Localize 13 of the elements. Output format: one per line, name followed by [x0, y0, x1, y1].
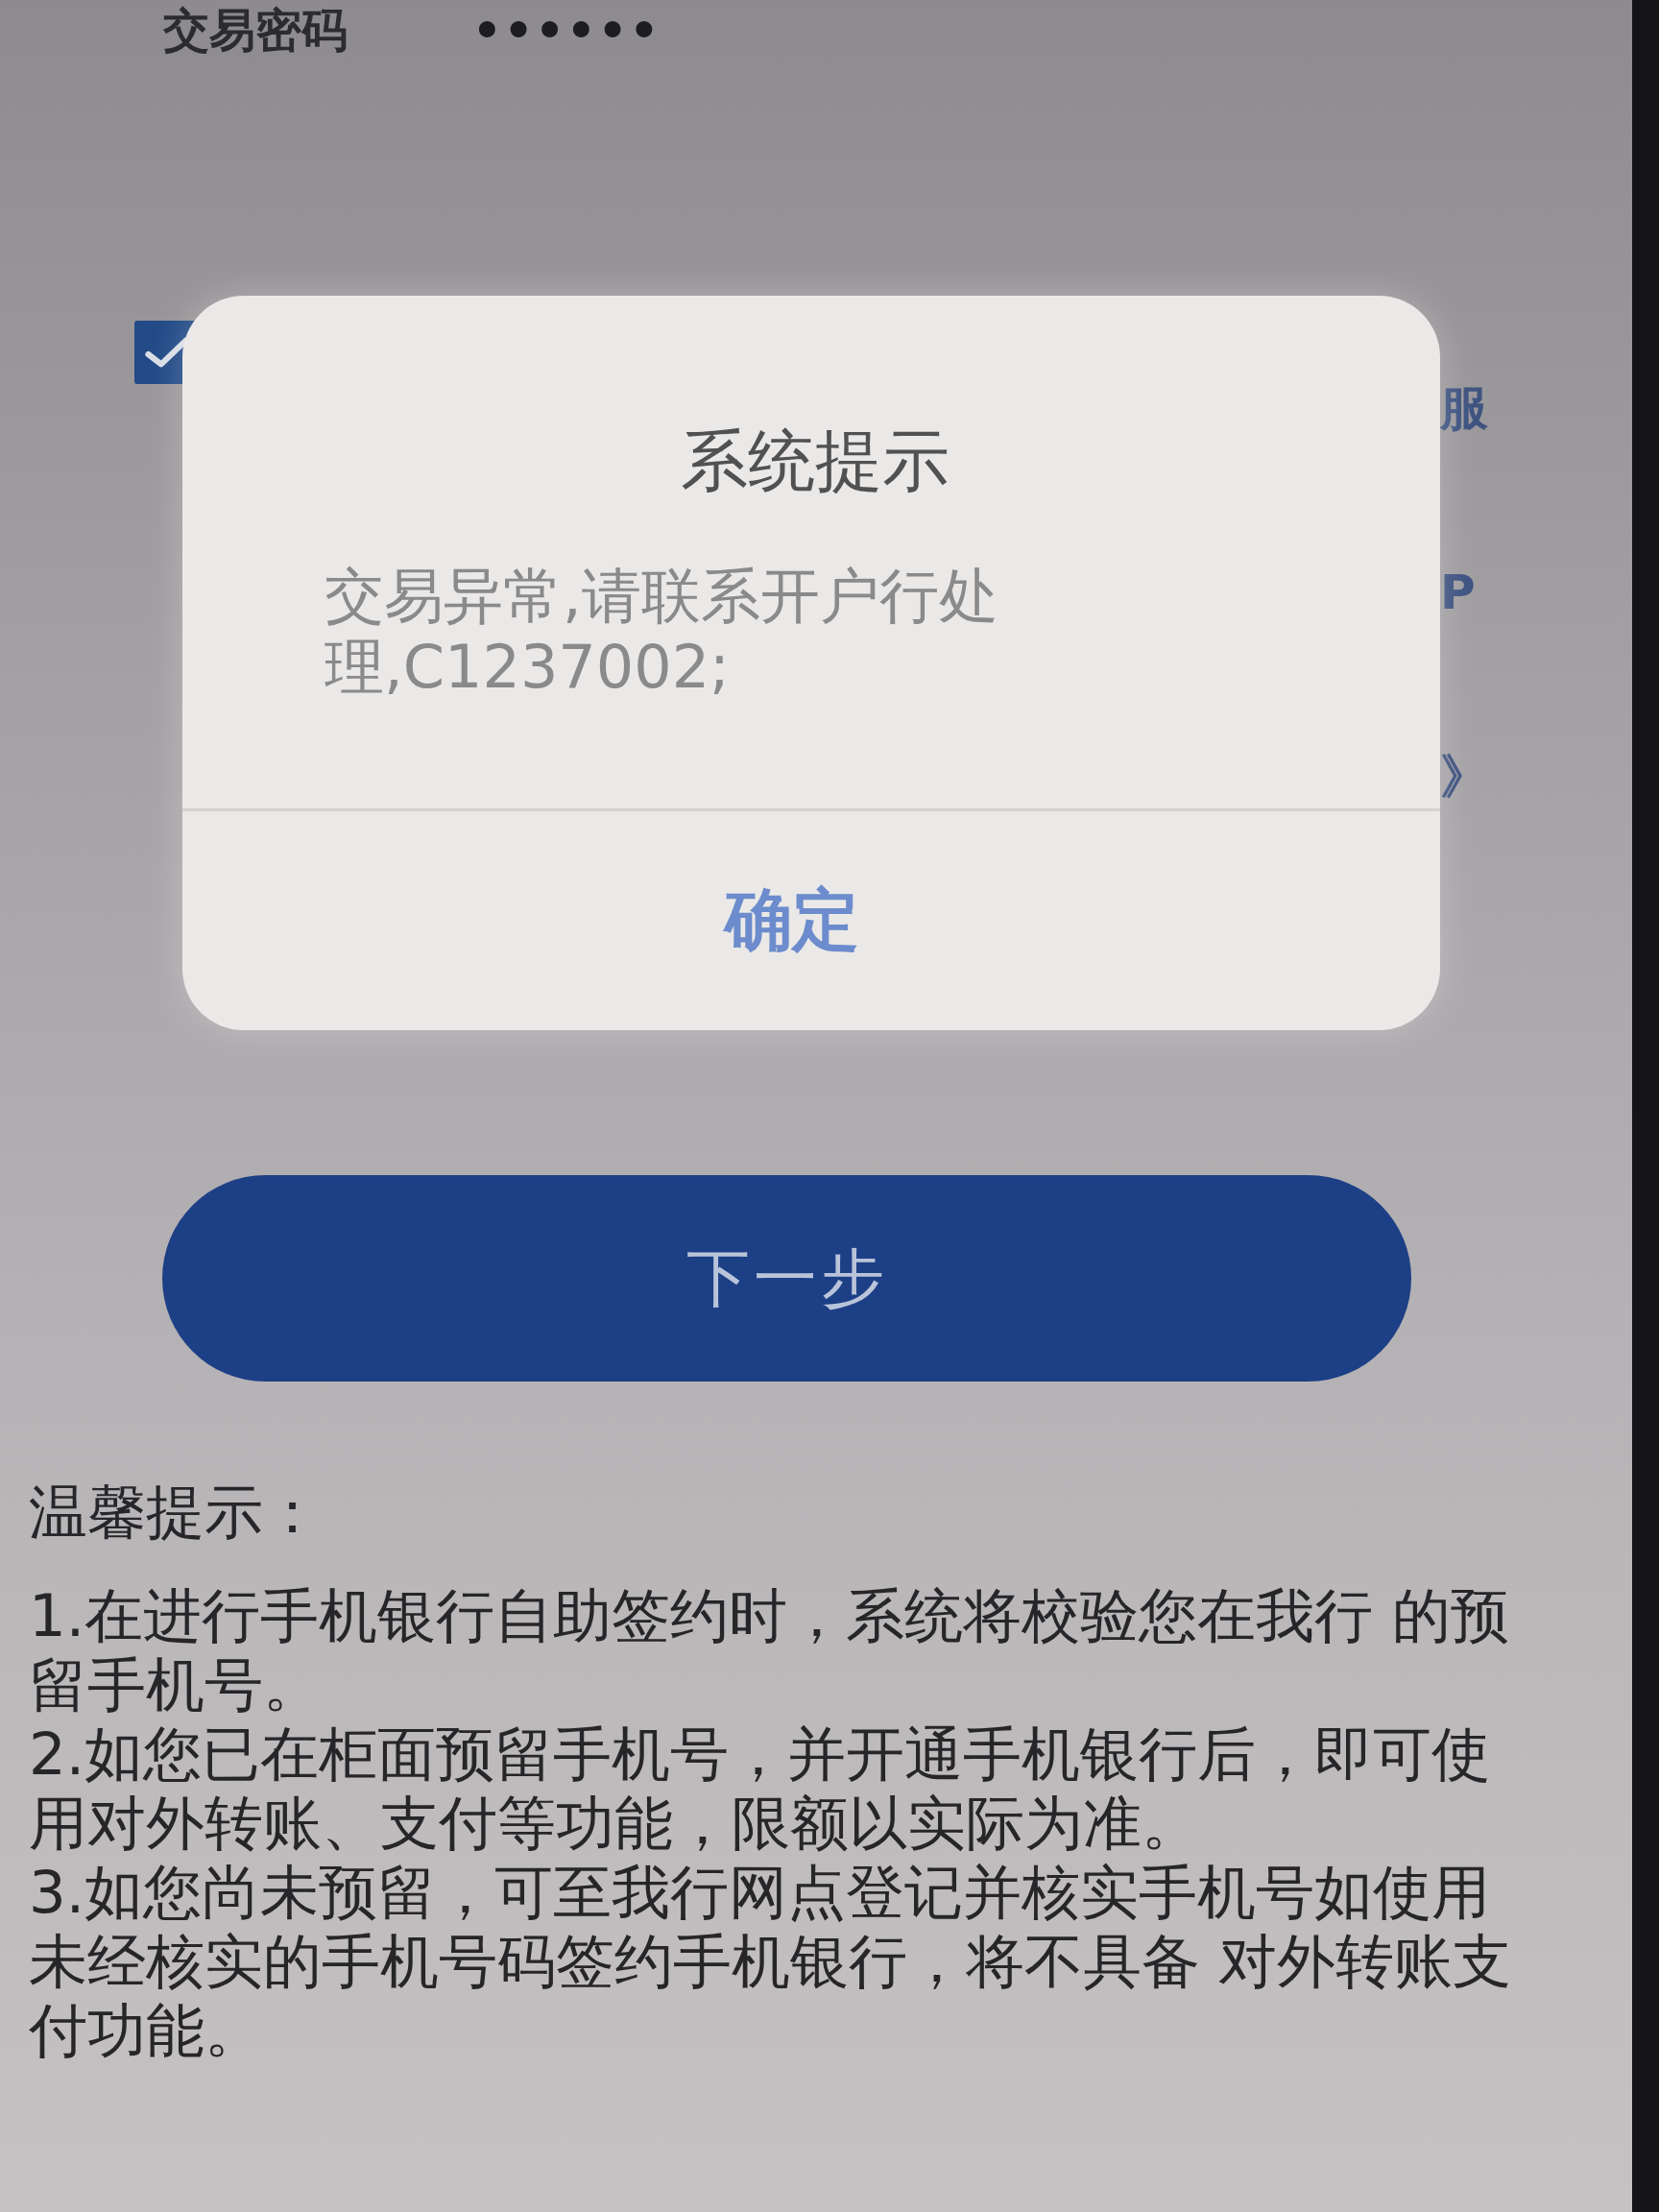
password-label: 交易密码	[163, 7, 348, 53]
next-step-button[interactable]: 下一步	[162, 1175, 1411, 1382]
confirm-button[interactable]: 确定	[686, 866, 898, 975]
dialog-message: 交易异常,请联系开户行处理,C1237002;	[325, 561, 999, 703]
tip-text: 1.在进行手机银行自助签约时，系统将校验您在我行 的预留手机号。	[29, 1581, 1510, 1719]
agreement-text: 服	[1440, 384, 1488, 432]
tips-title: 温馨提示：	[29, 1478, 323, 1547]
agreement-text: P	[1440, 568, 1477, 616]
agreement-text: 》	[1440, 753, 1488, 801]
tip-text: 3.如您尚未预留，可至我行网点登记并核实手机号如使用未经核实的手机号码签约手机银行，将不具备 对外转账支付功能。	[29, 1858, 1513, 2065]
tip-text: 2.如您已在柜面预留手机号，并开通手机银行后，即可使用对外转账、支付等功能，限额以实际为准。	[29, 1719, 1492, 1858]
dialog-title: 系统提示	[680, 421, 950, 501]
password-field[interactable]: ••••••	[472, 7, 661, 53]
